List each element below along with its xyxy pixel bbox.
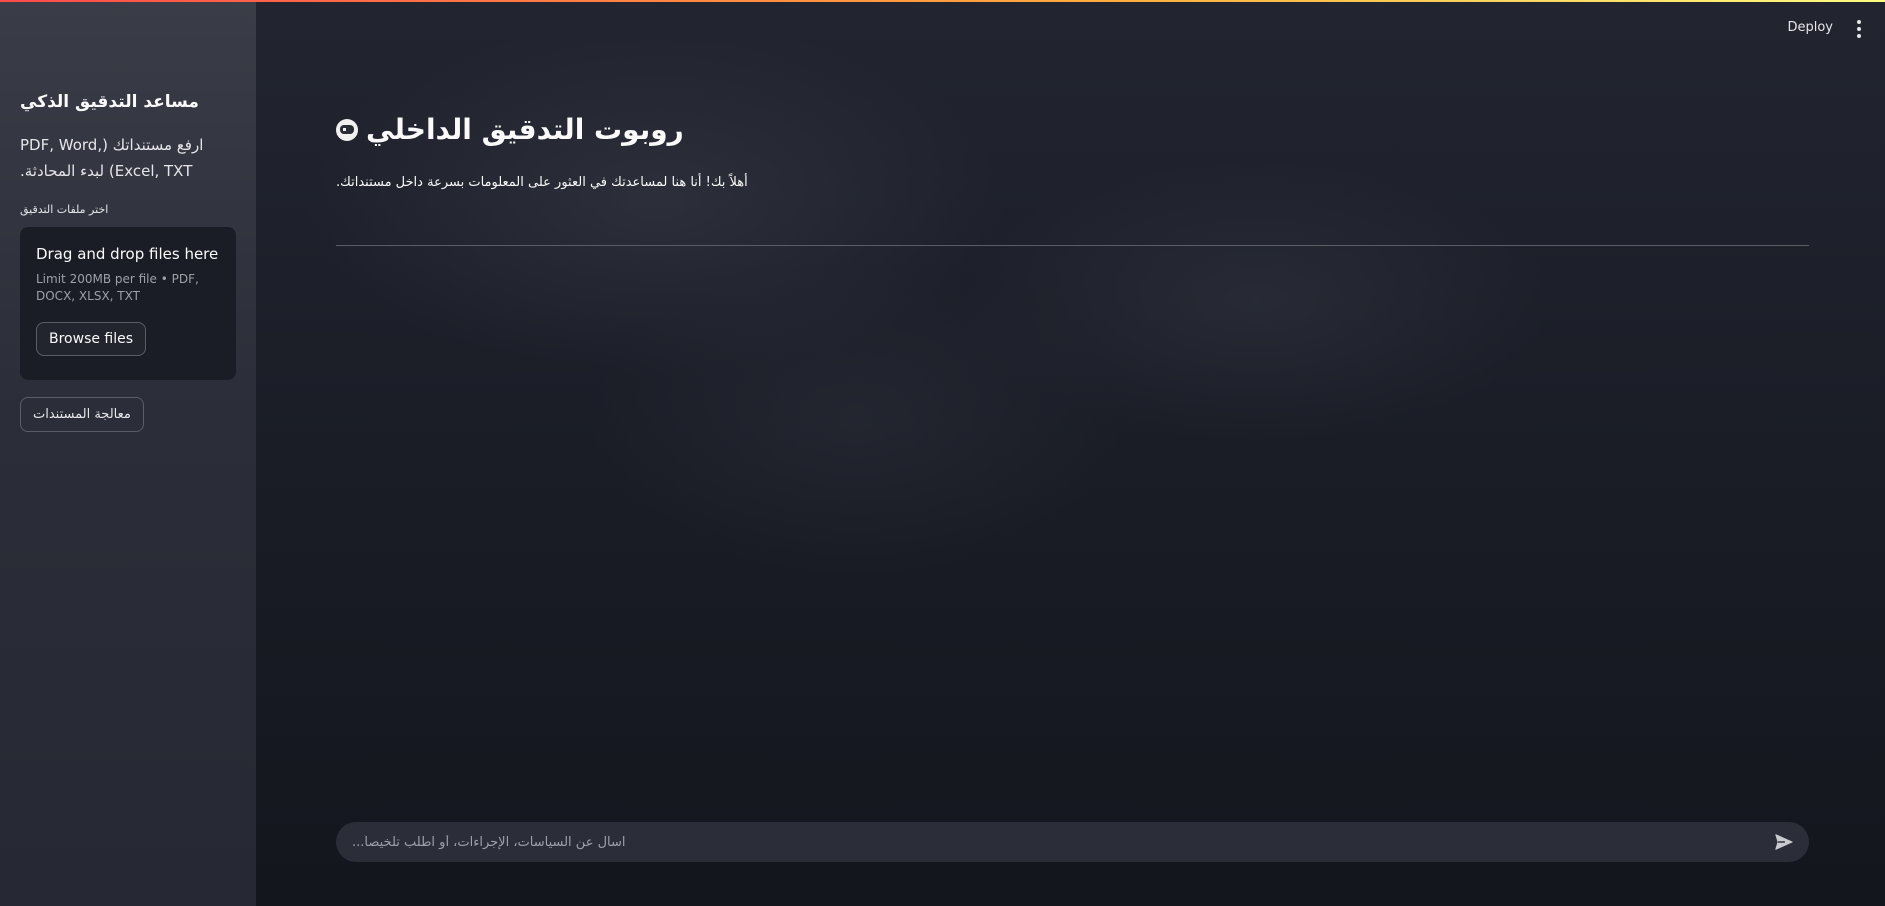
vertical-dots-icon[interactable] — [1853, 18, 1865, 40]
sidebar: مساعد التدقيق الذكي ارفع مستنداتك (PDF, … — [0, 0, 256, 906]
chat-input-bar — [336, 822, 1809, 862]
sidebar-title: مساعد التدقيق الذكي — [20, 92, 199, 112]
dropzone-limit-text: Limit 200MB per file • PDF, DOCX, XLSX, … — [36, 272, 199, 303]
page-subtitle: أهلاً بك! أنا هنا لمساعدتك في العثور على… — [336, 175, 748, 190]
top-decoration-bar — [0, 0, 1885, 2]
process-documents-button[interactable]: معالجة المستندات — [20, 397, 144, 432]
browse-files-button[interactable]: Browse files — [36, 322, 147, 356]
main-area: Deploy روبوت التدقيق الداخلي أهلاً بك! أ… — [256, 0, 1885, 906]
deploy-button[interactable]: Deploy — [1787, 20, 1833, 35]
file-uploader-dropzone[interactable]: Drag and drop files here Limit 200MB per… — [20, 227, 236, 380]
uploader-label: اختر ملفات التدقيق — [20, 203, 109, 216]
robot-face-icon — [336, 118, 358, 141]
divider — [336, 245, 1809, 246]
page-title-row: روبوت التدقيق الداخلي — [336, 113, 684, 146]
page-title: روبوت التدقيق الداخلي — [366, 113, 684, 146]
sidebar-description: ارفع مستنداتك (PDF, Word, Excel, TXT) لب… — [20, 136, 204, 180]
dropzone-title: Drag and drop files here — [36, 245, 219, 263]
chat-input[interactable] — [352, 834, 1773, 850]
send-icon[interactable] — [1773, 831, 1795, 853]
